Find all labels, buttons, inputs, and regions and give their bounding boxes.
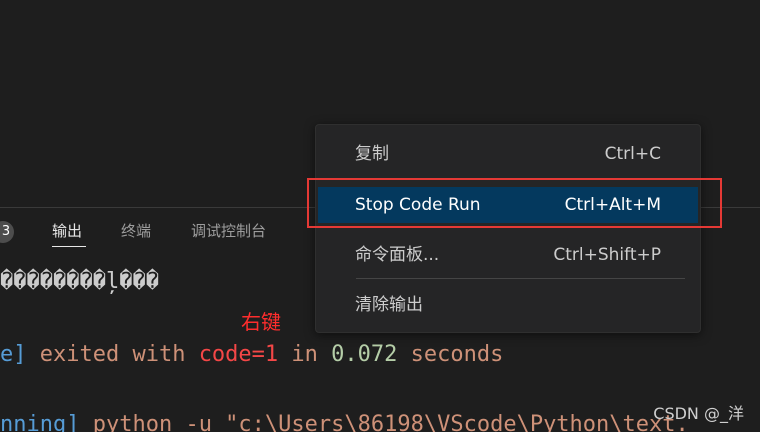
- output-exit-in: in: [278, 342, 332, 367]
- menu-item-label: Stop Code Run: [355, 195, 481, 215]
- menu-item-clear-output[interactable]: 清除输出: [316, 287, 700, 323]
- output-exit-bracket: e]: [0, 342, 27, 367]
- annotation-right-click: 右键: [241, 310, 281, 334]
- watermark: CSDN @_洋: [653, 404, 744, 423]
- menu-item-shortcut: Ctrl+C: [604, 144, 661, 164]
- output-exit-duration: 0.072: [331, 342, 398, 367]
- output-exit-line: e] exited with code=1 in 0.072 seconds: [0, 341, 503, 369]
- tab-debug-console[interactable]: 调试控制台: [191, 221, 266, 241]
- tab-terminal[interactable]: 终端: [121, 221, 151, 241]
- output-garbled-line: ��������ļ���: [0, 269, 159, 294]
- output-exit-seconds: seconds: [397, 342, 504, 367]
- context-menu: 复制 Ctrl+C Stop Code Run Ctrl+Alt+M 命令面板.…: [315, 124, 701, 333]
- menu-item-label: 命令面板...: [355, 245, 440, 265]
- active-tab-indicator: [52, 246, 86, 247]
- menu-item-stop-code-run[interactable]: Stop Code Run Ctrl+Alt+M: [318, 187, 698, 223]
- output-exit-code: code=1: [198, 342, 279, 367]
- output-running-line: nning] python -u "c:\Users\86198\VScode\…: [0, 411, 689, 432]
- output-exit-text: exited with: [26, 342, 199, 367]
- menu-item-shortcut: Ctrl+Alt+M: [564, 195, 661, 215]
- menu-item-command-palette[interactable]: 命令面板... Ctrl+Shift+P: [316, 237, 700, 273]
- menu-separator: [356, 278, 685, 279]
- menu-item-label: 清除输出: [355, 295, 423, 315]
- problems-count-badge[interactable]: 3: [0, 221, 14, 243]
- menu-item-shortcut: Ctrl+Shift+P: [553, 245, 661, 265]
- output-running-command: python -u "c:\Users\86198\VScode\Python\…: [79, 412, 689, 432]
- menu-item-label: 复制: [355, 144, 389, 164]
- tab-output[interactable]: 输出: [52, 221, 82, 241]
- menu-item-copy[interactable]: 复制 Ctrl+C: [316, 136, 700, 172]
- output-running-bracket: nning]: [0, 412, 80, 432]
